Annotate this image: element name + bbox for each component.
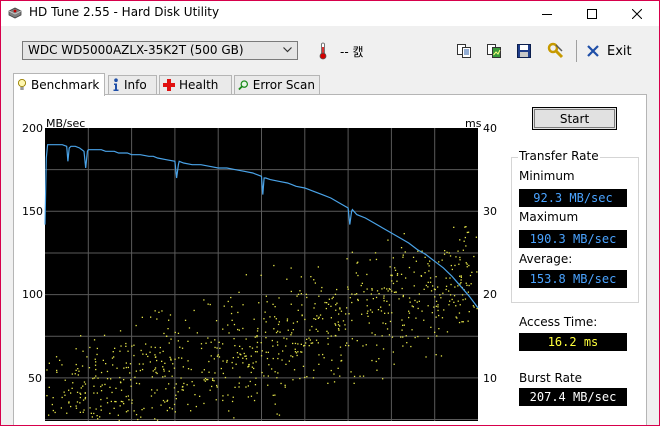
benchmark-bulb-icon	[17, 78, 27, 90]
maximize-button[interactable]	[569, 1, 614, 26]
minimum-value: 92.3 MB/sec	[519, 189, 627, 207]
benchmark-chart-background	[45, 128, 478, 421]
tab-info-label: Info	[124, 78, 147, 92]
info-icon	[113, 78, 119, 91]
minimum-label: Minimum	[519, 169, 575, 183]
right-axis-tick: 40	[483, 122, 497, 135]
average-label: Average:	[519, 252, 573, 266]
tab-health-label: Health	[179, 78, 219, 92]
left-axis-tick: 100	[22, 288, 43, 301]
left-axis-tick: 50	[28, 372, 42, 385]
tab-info[interactable]: Info	[108, 75, 157, 94]
options-button[interactable]	[546, 41, 566, 61]
toolbar: WDC WD5000AZLX-35K2T (500 GB) -- 캜 Exit	[1, 26, 659, 72]
save-button[interactable]	[514, 41, 534, 61]
right-axis-tick: 30	[483, 205, 497, 218]
exit-x-icon	[587, 45, 599, 57]
maximum-value: 190.3 MB/sec	[519, 230, 627, 248]
minimize-icon	[541, 13, 552, 15]
tab-error-scan-label: Error Scan	[252, 78, 315, 92]
floppy-disk-icon	[517, 44, 531, 58]
window-title: HD Tune 2.55 - Hard Disk Utility	[29, 5, 220, 19]
drive-select[interactable]: WDC WD5000AZLX-35K2T (500 GB)	[22, 41, 298, 60]
exit-button[interactable]: Exit	[587, 41, 632, 61]
right-axis-label: ms	[465, 117, 482, 130]
copy-screenshot-button[interactable]	[484, 41, 504, 61]
copy-chart-icon	[487, 44, 501, 58]
wrench-options-icon	[547, 42, 564, 59]
left-axis-label: MB/sec	[46, 117, 86, 130]
right-axis-tick: 20	[483, 288, 497, 301]
app-window: HD Tune 2.55 - Hard Disk Utility WDC WD5…	[0, 0, 660, 426]
drive-select-value: WDC WD5000AZLX-35K2T (500 GB)	[28, 43, 244, 57]
close-button[interactable]	[614, 1, 659, 26]
left-axis-tick: 150	[22, 205, 43, 218]
chevron-down-icon	[283, 47, 292, 53]
magnifier-icon	[238, 80, 249, 91]
transfer-rate-title: Transfer Rate	[518, 149, 600, 163]
toolbar-separator	[576, 40, 577, 62]
exit-label: Exit	[607, 43, 632, 59]
temperature-readout: -- 캜	[340, 45, 364, 59]
left-axis-tick: 200	[22, 122, 43, 135]
maximum-label: Maximum	[519, 210, 579, 224]
title-bar[interactable]: HD Tune 2.55 - Hard Disk Utility	[1, 1, 659, 26]
health-cross-icon	[163, 79, 175, 91]
tab-benchmark[interactable]: Benchmark	[13, 73, 105, 96]
tab-benchmark-label: Benchmark	[31, 78, 100, 92]
access-time-label: Access Time:	[519, 315, 598, 329]
burst-rate-label: Burst Rate	[519, 371, 583, 385]
burst-rate-value: 207.4 MB/sec	[519, 388, 627, 406]
start-button-label: Start	[559, 111, 590, 126]
copy-info-button[interactable]	[454, 41, 474, 61]
maximize-icon	[586, 8, 597, 19]
hard-disk-app-icon	[8, 7, 22, 19]
access-time-value: 16.2 ms	[519, 333, 627, 351]
tab-error-scan[interactable]: Error Scan	[234, 75, 320, 94]
thermometer-icon	[319, 42, 327, 60]
copy-icon	[457, 44, 471, 58]
average-value: 153.8 MB/sec	[519, 270, 627, 288]
close-icon	[631, 8, 642, 19]
tab-health[interactable]: Health	[159, 75, 232, 94]
minimize-button[interactable]	[524, 1, 569, 26]
right-axis-tick: 10	[483, 372, 497, 385]
start-button[interactable]: Start	[532, 107, 617, 130]
